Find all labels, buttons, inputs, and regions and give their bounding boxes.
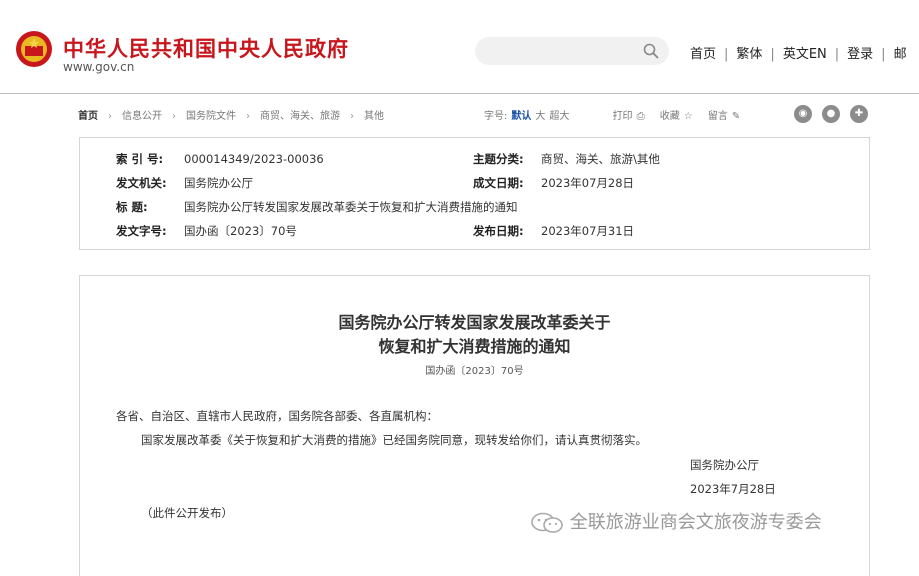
font-xlarge-button[interactable]: 超大 bbox=[549, 111, 569, 122]
nav-divider: | bbox=[834, 47, 840, 62]
document-signature: 国务院办公厅 bbox=[690, 458, 759, 472]
star-icon[interactable]: ☆ bbox=[684, 111, 693, 122]
info-doc-number: 发文字号: 国办函〔2023〕70号 bbox=[116, 224, 297, 238]
font-size-label: 字号: bbox=[484, 111, 508, 122]
chevron-right-icon: › bbox=[246, 111, 250, 122]
document-date: 2023年7月28日 bbox=[690, 482, 776, 496]
document-paragraph: 国家发展改革委《关于恢复和扩大消费的措施》已经国务院同意，现转发给你们，请认真贯… bbox=[141, 433, 647, 447]
nav-login[interactable]: 登录 bbox=[847, 47, 873, 62]
breadcrumb-info[interactable]: 信息公开 bbox=[122, 111, 162, 122]
nav-divider: | bbox=[881, 47, 886, 62]
document-info-panel: 索 引 号: 000014349/2023-00036 主题分类: 商贸、海关、旅游… bbox=[79, 137, 870, 250]
document-recipients: 各省、自治区、直辖市人民政府，国务院各部委、各直属机构： bbox=[116, 409, 438, 423]
national-emblem-icon[interactable] bbox=[15, 30, 53, 70]
info-publish-date: 发布日期: 2023年07月31日 bbox=[473, 224, 635, 238]
favorite-button[interactable]: 收藏 bbox=[660, 111, 680, 122]
nav-traditional[interactable]: 繁体 bbox=[736, 47, 762, 62]
nav-divider: | bbox=[770, 47, 775, 62]
watermark: 全联旅游业商会文旅夜游专委会 bbox=[530, 508, 910, 538]
article-tools: 字号: 默认大超大 打印 ⎙ 收藏 ☆ 留言 ✎ bbox=[484, 107, 744, 122]
comment-button[interactable]: 留言 bbox=[708, 111, 728, 122]
font-large-button[interactable]: 大 bbox=[535, 111, 545, 122]
breadcrumb-category[interactable]: 商贸、海关、旅游 bbox=[260, 111, 340, 122]
document-title-line2: 恢复和扩大消费措施的通知 bbox=[378, 337, 571, 356]
chevron-right-icon: › bbox=[172, 111, 176, 122]
pencil-icon[interactable]: ✎ bbox=[732, 111, 740, 122]
breadcrumb-home[interactable]: 首页 bbox=[78, 111, 98, 122]
wechat-logo-icon bbox=[531, 512, 563, 533]
site-url: www.gov.cn bbox=[63, 60, 135, 74]
info-topic: 主题分类: 商贸、海关、旅游\其他 bbox=[473, 152, 660, 166]
watermark-text: 全联旅游业商会文旅夜游专委会 bbox=[569, 512, 822, 533]
nav-mail[interactable]: 邮 bbox=[894, 47, 907, 62]
document-number: 国办函〔2023〕70号 bbox=[425, 366, 524, 377]
site-header: 中华人民共和国中央人民政府 www.gov.cn 首页 | 繁体 | 英文EN | 登录 | 邮 bbox=[0, 0, 919, 94]
chevron-right-icon: › bbox=[350, 111, 354, 122]
breadcrumb: 首页 › 信息公开 › 国务院文件 › 商贸、海关、旅游 › 其他 bbox=[78, 107, 384, 122]
document-note: （此件公开发布） bbox=[141, 506, 233, 520]
top-nav: 首页 | 繁体 | 英文EN | 登录 | 邮 bbox=[690, 43, 907, 62]
wechat-icon[interactable]: ● bbox=[822, 105, 840, 123]
font-default-button[interactable]: 默认 bbox=[511, 111, 531, 122]
document-title-line1: 国务院办公厅转发国家发展改革委关于 bbox=[338, 313, 611, 332]
chevron-right-icon: › bbox=[108, 111, 112, 122]
breadcrumb-other[interactable]: 其他 bbox=[364, 111, 384, 122]
nav-home[interactable]: 首页 bbox=[690, 47, 716, 62]
print-button[interactable]: 打印 bbox=[613, 111, 633, 122]
weibo-icon[interactable]: ◉ bbox=[794, 105, 812, 123]
info-index: 索 引 号: 000014349/2023-00036 bbox=[116, 152, 324, 166]
plus-icon[interactable]: ✚ bbox=[850, 105, 868, 123]
nav-english[interactable]: 英文EN bbox=[783, 47, 827, 62]
search-input[interactable] bbox=[475, 37, 669, 65]
breadcrumb-state-docs[interactable]: 国务院文件 bbox=[186, 111, 236, 122]
site-title[interactable]: 中华人民共和国中央人民政府 bbox=[63, 33, 349, 63]
search-icon[interactable] bbox=[643, 43, 659, 59]
info-written-date: 成文日期: 2023年07月28日 bbox=[473, 176, 635, 190]
nav-divider: | bbox=[724, 47, 729, 62]
info-title: 标 题: 国务院办公厅转发国家发展改革委关于恢复和扩大消费措施的通知 bbox=[116, 200, 518, 214]
info-issuer: 发文机关: 国务院办公厅 bbox=[116, 176, 253, 190]
printer-icon[interactable]: ⎙ bbox=[637, 111, 645, 122]
